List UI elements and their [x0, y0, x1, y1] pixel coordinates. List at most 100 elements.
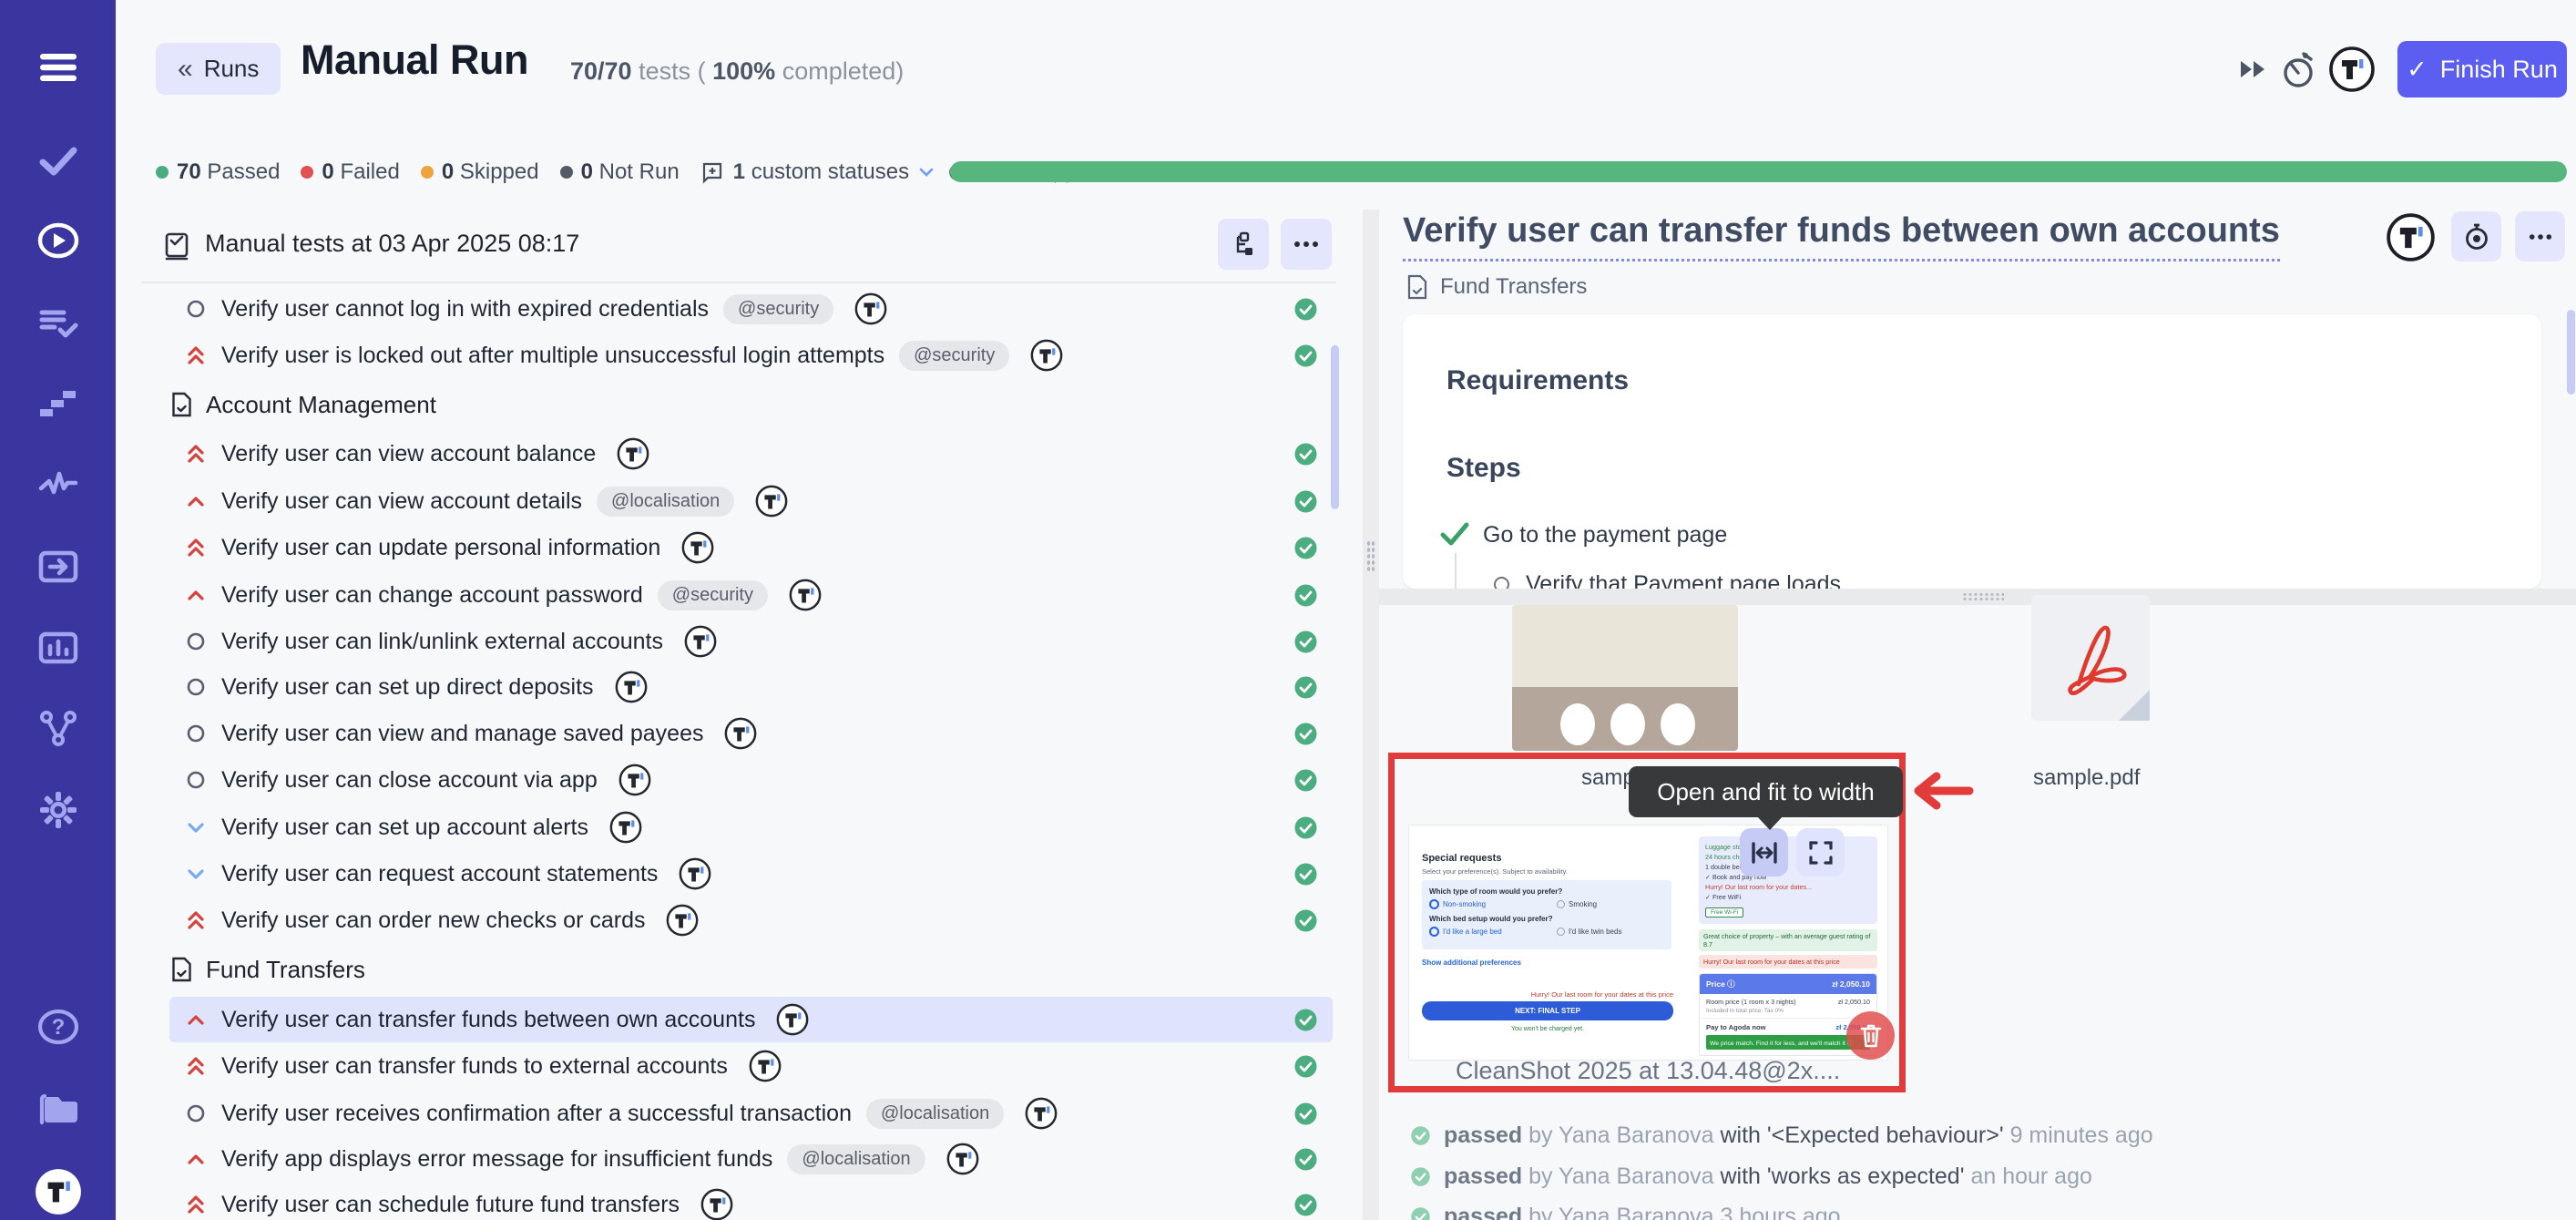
test-row[interactable]: Verify app displays error message for in… [169, 1136, 1333, 1182]
fit-to-width-button[interactable] [1740, 828, 1788, 877]
sidebar-item-logo[interactable] [0, 1159, 116, 1220]
sidebar-item-steps[interactable] [0, 370, 116, 436]
status-legend-not-run[interactable]: 0 Not Run [560, 159, 680, 185]
section-row[interactable]: Account Management [169, 384, 1333, 425]
sidebar-item-menu[interactable] [0, 35, 116, 100]
status-passed-icon[interactable] [1293, 1147, 1318, 1176]
testomatio-logo-icon[interactable] [700, 1187, 734, 1220]
test-row[interactable]: Verify user is locked out after multiple… [169, 333, 1333, 378]
fast-forward-icon[interactable] [2236, 53, 2273, 90]
testomatio-logo-icon[interactable] [680, 530, 715, 565]
testomatio-logo-icon[interactable] [775, 1002, 810, 1037]
status-passed-icon[interactable] [1293, 442, 1318, 471]
status-passed-icon[interactable] [1293, 862, 1318, 891]
test-row[interactable]: Verify user can change account password@… [169, 572, 1333, 618]
status-passed-icon[interactable] [1293, 1008, 1318, 1037]
attachment-image-thumbnail[interactable] [1512, 605, 1738, 751]
test-row[interactable]: Verify user can close account via app [169, 757, 1333, 803]
tag-badge[interactable]: @localisation [787, 1144, 925, 1174]
status-passed-icon[interactable] [1293, 1054, 1318, 1083]
finish-run-button[interactable]: ✓ Finish Run [2397, 41, 2567, 97]
left-scrollbar-thumb[interactable] [1331, 345, 1339, 509]
back-to-runs-button[interactable]: « Runs [156, 43, 281, 95]
vertical-splitter[interactable] [1363, 210, 1379, 1220]
tree-view-button[interactable] [1218, 219, 1269, 270]
testomatio-logo-icon[interactable] [683, 624, 718, 659]
tag-badge[interactable]: @security [658, 580, 768, 610]
status-legend-failed[interactable]: 0 Failed [301, 159, 399, 185]
testomatio-logo-icon[interactable] [946, 1142, 980, 1176]
test-row[interactable]: Verify user can view and manage saved pa… [169, 711, 1333, 756]
sidebar-item-bar-chart[interactable] [0, 615, 116, 681]
detail-more-button[interactable] [2515, 211, 2565, 261]
sidebar-item-activity[interactable] [0, 452, 116, 518]
attachment-pdf-thumbnail[interactable] [2031, 595, 2150, 721]
tag-badge[interactable]: @localisation [866, 1099, 1004, 1129]
status-passed-icon[interactable] [1293, 489, 1318, 518]
stopwatch-icon[interactable] [2277, 47, 2319, 96]
status-passed-icon[interactable] [1293, 536, 1318, 565]
status-passed-icon[interactable] [1293, 768, 1318, 797]
status-passed-icon[interactable] [1293, 722, 1318, 751]
custom-statuses-toggle[interactable]: 1 custom statuses [700, 159, 935, 185]
test-detail-title[interactable]: Verify user can transfer funds between o… [1403, 211, 2280, 261]
sidebar-item-help[interactable]: ? [0, 994, 116, 1060]
test-row[interactable]: Verify user can view account balance [169, 431, 1333, 477]
status-passed-icon[interactable] [1293, 675, 1318, 704]
sidebar-item-settings[interactable] [0, 777, 116, 843]
status-legend-skipped[interactable]: 0 Skipped [421, 159, 539, 185]
testomatio-logo-icon[interactable] [614, 670, 649, 704]
list-more-button[interactable] [1281, 219, 1332, 270]
sidebar-item-projects[interactable] [0, 1077, 116, 1143]
test-row[interactable]: Verify user cannot log in with expired c… [169, 286, 1333, 332]
status-passed-icon[interactable] [1293, 1102, 1318, 1131]
tag-badge[interactable]: @security [723, 294, 833, 324]
test-row[interactable]: Verify user can schedule future fund tra… [169, 1182, 1333, 1220]
testomatio-logo-icon[interactable] [608, 810, 643, 845]
testomatio-logo-icon[interactable] [665, 903, 700, 938]
testomatio-logo-icon[interactable] [2328, 46, 2376, 97]
status-passed-icon[interactable] [1293, 908, 1318, 938]
test-row[interactable]: Verify user can set up account alerts [169, 805, 1333, 850]
sidebar-item-list-check[interactable] [0, 290, 116, 355]
test-row[interactable]: Verify user can view account details@loc… [169, 478, 1333, 524]
timer-button[interactable] [2451, 211, 2501, 261]
testomatio-logo-icon[interactable] [616, 436, 650, 471]
test-row[interactable]: Verify user can transfer funds between o… [169, 997, 1333, 1042]
expand-fullscreen-button[interactable] [1796, 828, 1845, 877]
sidebar-item-play-circle[interactable] [0, 208, 116, 273]
testomatio-logo-icon[interactable] [2386, 212, 2436, 267]
status-passed-icon[interactable] [1293, 815, 1318, 845]
section-row[interactable]: Fund Transfers [169, 948, 1333, 990]
testomatio-logo-icon[interactable] [1024, 1096, 1058, 1131]
status-passed-icon[interactable] [1293, 630, 1318, 659]
status-passed-icon[interactable] [1293, 1193, 1318, 1220]
test-row[interactable]: Verify user can set up direct deposits [169, 664, 1333, 710]
tag-badge[interactable]: @localisation [597, 487, 734, 517]
test-row[interactable]: Verify user can update personal informat… [169, 525, 1333, 570]
testomatio-logo-icon[interactable] [723, 716, 758, 751]
test-row[interactable]: Verify user can order new checks or card… [169, 897, 1333, 943]
test-row[interactable]: Verify user can link/unlink external acc… [169, 619, 1333, 664]
testomatio-logo-icon[interactable] [788, 578, 823, 612]
test-row[interactable]: Verify user can transfer funds to extern… [169, 1043, 1333, 1089]
status-passed-icon[interactable] [1293, 343, 1318, 373]
test-row[interactable]: Verify user receives confirmation after … [169, 1091, 1333, 1136]
sidebar-item-sign-in[interactable] [0, 534, 116, 600]
status-legend-passed[interactable]: 70 Passed [156, 159, 280, 185]
delete-attachment-button[interactable] [1846, 1011, 1895, 1060]
right-scrollbar-thumb[interactable] [2567, 310, 2575, 395]
testomatio-logo-icon[interactable] [748, 1049, 782, 1083]
tag-badge[interactable]: @security [899, 341, 1009, 371]
testomatio-logo-icon[interactable] [618, 763, 652, 797]
sidebar-item-check[interactable] [0, 128, 116, 194]
testomatio-logo-icon[interactable] [1029, 338, 1064, 373]
testomatio-logo-icon[interactable] [754, 484, 789, 518]
breadcrumb[interactable]: Fund Transfers [1406, 273, 1587, 301]
horizontal-splitter[interactable] [1379, 589, 2576, 605]
test-row[interactable]: Verify user can request account statemen… [169, 851, 1333, 897]
sidebar-item-branch[interactable] [0, 695, 116, 761]
testomatio-logo-icon[interactable] [678, 856, 712, 891]
status-passed-icon[interactable] [1293, 583, 1318, 612]
testomatio-logo-icon[interactable] [854, 292, 888, 326]
